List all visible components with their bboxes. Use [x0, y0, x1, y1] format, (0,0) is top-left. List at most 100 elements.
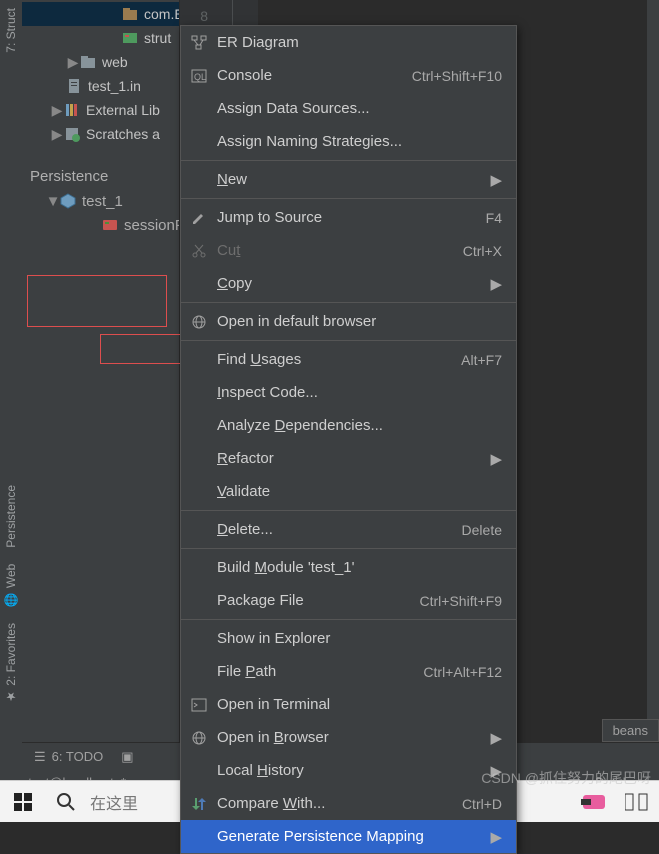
chevron-right-icon: ▶ — [50, 102, 64, 119]
taskbar-app-icon[interactable] — [581, 789, 607, 815]
struts-icon — [122, 30, 138, 46]
chevron-right-icon: ▶ — [490, 275, 502, 293]
tree-row[interactable]: strut — [22, 26, 179, 50]
windows-start-button[interactable] — [0, 781, 46, 822]
menu-item[interactable]: Assign Data Sources... — [181, 92, 516, 125]
svg-text:QL: QL — [194, 72, 206, 82]
er-icon — [189, 34, 209, 52]
menu-item-label: Open in Terminal — [217, 696, 502, 713]
menu-item-label: Inspect Code... — [217, 384, 502, 401]
menu-item[interactable]: Validate — [181, 475, 516, 508]
menu-item[interactable]: Copy ▶ — [181, 267, 516, 300]
search-icon — [56, 792, 76, 812]
menu-separator — [181, 160, 516, 161]
menu-item[interactable]: Inspect Code... — [181, 376, 516, 409]
blank-icon — [189, 133, 209, 151]
menu-item-label: Package File — [217, 592, 410, 609]
taskbar-app-icon[interactable] — [625, 792, 649, 812]
tree-label: Scratches a — [86, 126, 160, 142]
menu-item[interactable]: New▶ — [181, 163, 516, 196]
rail-tab-persistence[interactable]: Persistence — [2, 477, 20, 556]
menu-item[interactable]: Jump to Source F4 — [181, 201, 516, 234]
globe-icon — [189, 313, 209, 331]
chevron-right-icon: ▶ — [66, 54, 80, 71]
rail-tab-structure[interactable]: 7: Struct — [2, 0, 20, 61]
menu-item[interactable]: Assign Naming Strategies... — [181, 125, 516, 158]
scrollbar[interactable] — [647, 0, 659, 822]
menu-item-label: Assign Data Sources... — [217, 100, 502, 117]
menu-item-label: New — [217, 171, 482, 188]
persistence-session[interactable]: sessionF — [22, 213, 179, 237]
tree-row[interactable]: ▶ External Lib — [22, 98, 179, 122]
blank-icon — [189, 171, 209, 189]
menu-item[interactable]: Build Module 'test_1' — [181, 551, 516, 584]
module-icon — [60, 193, 76, 209]
blank-icon — [189, 592, 209, 610]
tree-row[interactable]: test_1.in — [22, 74, 179, 98]
menu-item[interactable]: Analyze Dependencies... — [181, 409, 516, 442]
tree-label: test_1 — [82, 193, 123, 210]
tree-row[interactable]: com.Entity — [22, 2, 179, 26]
menu-separator — [181, 548, 516, 549]
chevron-down-icon: ▼ — [46, 193, 60, 210]
menu-item-label: Compare With... — [217, 795, 452, 812]
blank-icon — [189, 384, 209, 402]
menu-item[interactable]: Open in Terminal — [181, 688, 516, 721]
tab-todo[interactable]: ☰ 6: TODO — [34, 749, 103, 765]
menu-shortcut: F4 — [486, 210, 502, 226]
menu-shortcut: Ctrl+Alt+F12 — [423, 664, 502, 680]
menu-item-label: Jump to Source — [217, 209, 476, 226]
menu-item[interactable]: Open in Browser▶ — [181, 721, 516, 754]
tab-terminal[interactable]: ▣ — [121, 749, 133, 765]
menu-item-label: Cut — [217, 242, 453, 259]
project-tree[interactable]: com.Entitystrut ▶ web test_1.in ▶ External Li… — [22, 0, 179, 148]
menu-item-label: File Path — [217, 663, 413, 680]
file-icon — [66, 78, 82, 94]
terminal-icon — [189, 696, 209, 714]
tree-row[interactable]: ▶ web — [22, 50, 179, 74]
diff-icon — [189, 795, 209, 813]
tree-row[interactable]: ▶Scratches a — [22, 122, 179, 146]
menu-item-label: Refactor — [217, 450, 482, 467]
tree-label: web — [102, 54, 128, 70]
menu-item[interactable]: Local History▶ — [181, 754, 516, 787]
menu-item[interactable]: Compare With...Ctrl+D — [181, 787, 516, 820]
menu-item-label: Build Module 'test_1' — [217, 559, 502, 576]
edit-icon — [189, 209, 209, 227]
cut-icon — [189, 242, 209, 260]
menu-item[interactable]: Generate Persistence Mapping▶ — [181, 820, 516, 853]
rail-tab-favorites[interactable]: ★ 2: Favorites — [2, 615, 20, 712]
menu-item[interactable]: Open in default browser — [181, 305, 516, 338]
scratch-icon — [64, 126, 80, 142]
menu-item[interactable]: Package File Ctrl+Shift+F9 — [181, 584, 516, 617]
menu-item[interactable]: File Path Ctrl+Alt+F12 — [181, 655, 516, 688]
persistence-header: Persistence — [22, 164, 179, 189]
watermark: CSDN @抓住努力的尾巴呀 — [481, 768, 651, 788]
menu-item-label: Show in Explorer — [217, 630, 502, 647]
chevron-right-icon: ▶ — [490, 450, 502, 468]
menu-item[interactable]: QLConsoleCtrl+Shift+F10 — [181, 59, 516, 92]
tree-label: External Lib — [86, 102, 160, 118]
menu-separator — [181, 302, 516, 303]
menu-shortcut: Ctrl+Shift+F9 — [420, 593, 502, 609]
package-icon — [122, 6, 138, 22]
blank-icon — [189, 417, 209, 435]
menu-item[interactable]: Show in Explorer — [181, 622, 516, 655]
menu-item-label: Copy — [217, 275, 482, 292]
session-factory-icon — [102, 217, 118, 233]
persistence-root[interactable]: ▼ test_1 — [22, 189, 179, 213]
menu-item-label: Generate Persistence Mapping — [217, 828, 482, 845]
menu-item[interactable]: Find Usages Alt+F7 — [181, 343, 516, 376]
project-panel: com.Entitystrut ▶ web test_1.in ▶ External Li… — [22, 0, 180, 822]
menu-item-label: Find Usages — [217, 351, 451, 368]
star-icon: ★ — [4, 690, 18, 704]
menu-shortcut: Alt+F7 — [461, 352, 502, 368]
blank-icon — [189, 275, 209, 293]
menu-item[interactable]: ER Diagram — [181, 26, 516, 59]
menu-item[interactable]: Refactor ▶ — [181, 442, 516, 475]
menu-item[interactable]: Delete...Delete — [181, 513, 516, 546]
blank-icon — [189, 483, 209, 501]
breadcrumb-hint[interactable]: beans — [602, 719, 659, 742]
blank-icon — [189, 351, 209, 369]
rail-tab-web[interactable]: 🌐 Web — [2, 556, 20, 615]
